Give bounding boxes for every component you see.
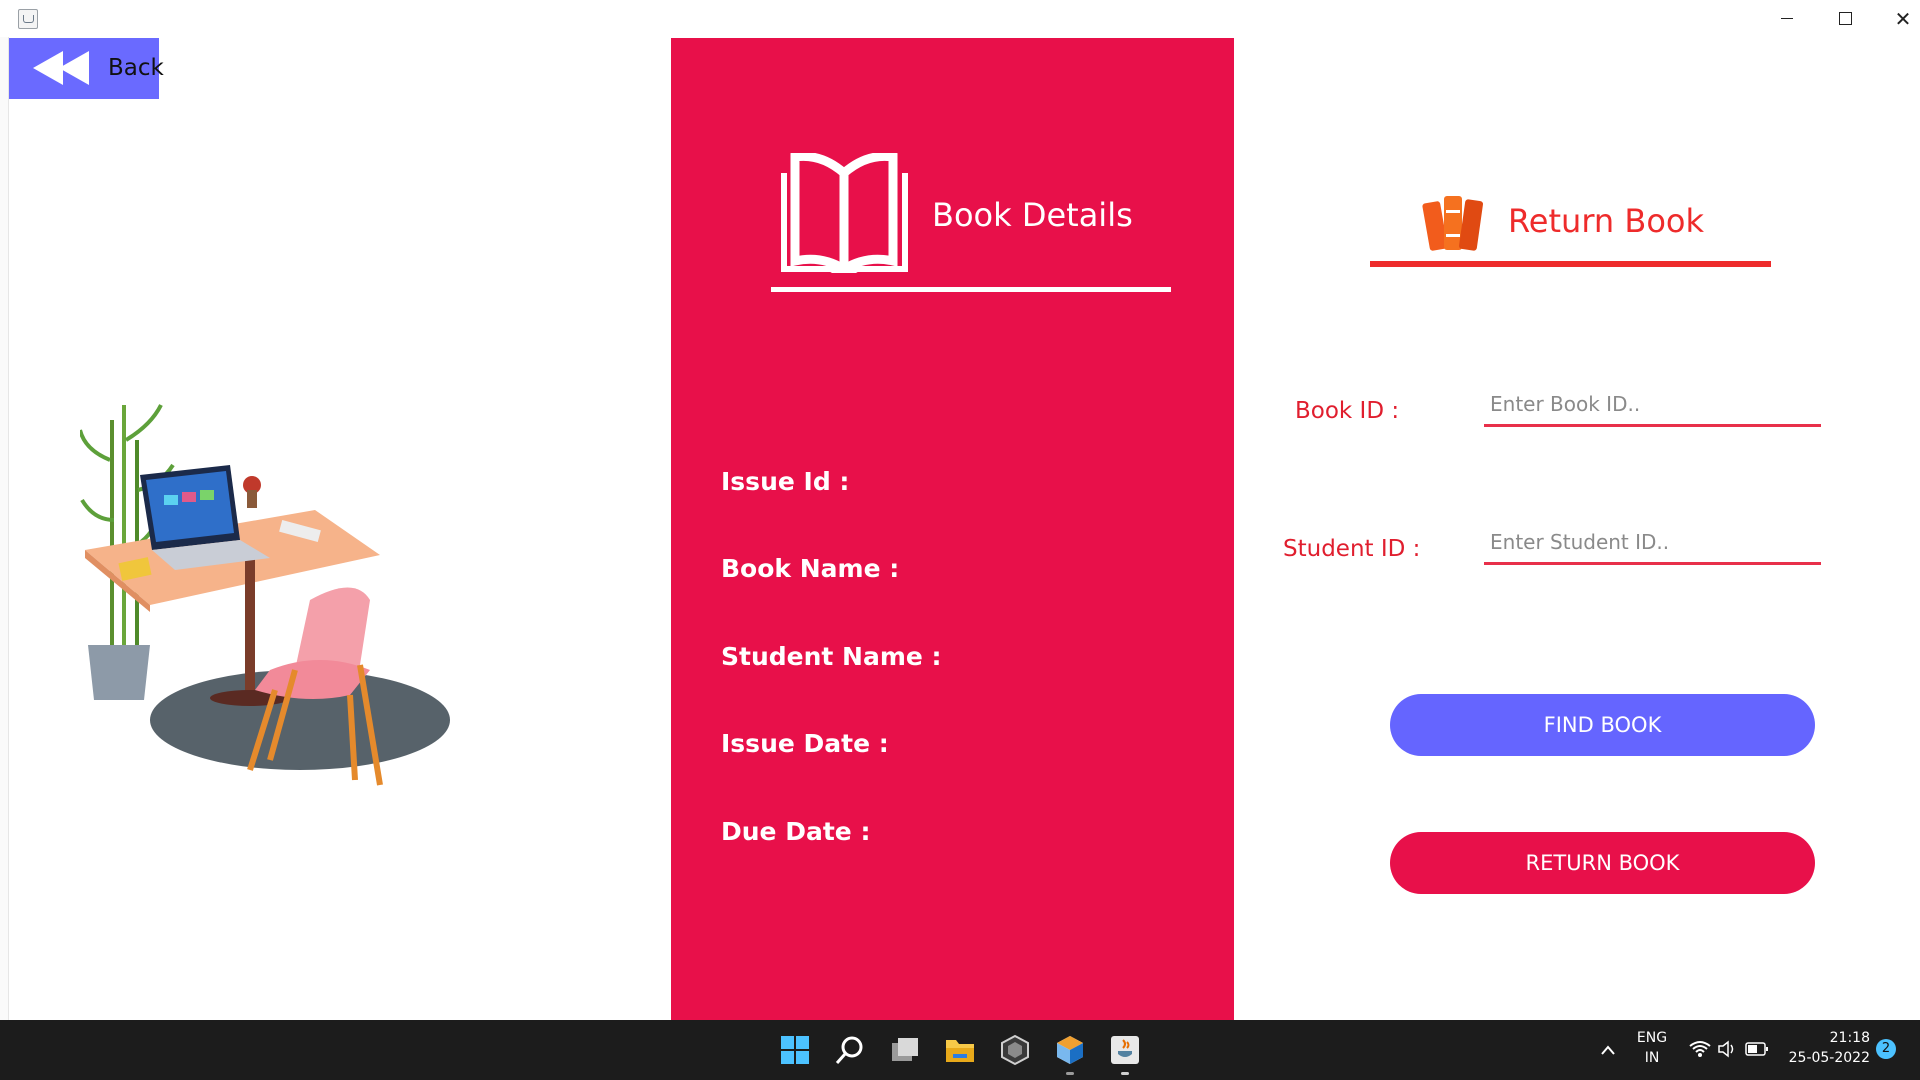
window-titlebar: ✕: [0, 0, 1920, 37]
netbeans-icon[interactable]: [1054, 1034, 1086, 1066]
book-id-input[interactable]: [1484, 384, 1821, 427]
file-explorer-icon[interactable]: [944, 1034, 976, 1066]
taskbar: ENG IN 21:18 25-05-2022 2: [0, 1020, 1920, 1080]
student-id-label: Student ID :: [1283, 536, 1421, 562]
book-details-title: Book Details: [932, 196, 1133, 234]
unity-icon[interactable]: [999, 1034, 1031, 1066]
maximize-icon: [1838, 12, 1852, 25]
issue-id-label: Issue Id :: [721, 467, 850, 496]
wifi-icon[interactable]: [1689, 1040, 1711, 1058]
student-name-label: Student Name :: [721, 642, 942, 671]
find-book-button[interactable]: FIND BOOK: [1390, 694, 1815, 756]
background-window-edge: [0, 37, 9, 1020]
region-indicator[interactable]: IN: [1634, 1050, 1670, 1066]
windows-start-icon[interactable]: [779, 1034, 811, 1066]
minimize-button[interactable]: [1758, 0, 1816, 37]
clock-date[interactable]: 25-05-2022: [1784, 1050, 1870, 1066]
maximize-button[interactable]: [1816, 0, 1874, 37]
books-icon: [1422, 196, 1484, 251]
rewind-icon: [33, 51, 89, 85]
return-book-button[interactable]: RETURN BOOK: [1390, 832, 1815, 894]
book-id-label: Book ID :: [1295, 398, 1400, 424]
minimize-icon: [1781, 18, 1793, 19]
open-book-icon: [781, 153, 908, 273]
return-book-underline: [1370, 261, 1771, 267]
close-icon: ✕: [1894, 6, 1912, 31]
task-view-icon[interactable]: [889, 1034, 921, 1066]
close-button[interactable]: ✕: [1874, 0, 1920, 37]
clock-time[interactable]: 21:18: [1820, 1030, 1870, 1046]
chevron-up-icon[interactable]: [1600, 1044, 1616, 1056]
active-indicator: [1121, 1072, 1129, 1075]
issue-date-label: Issue Date :: [721, 729, 889, 758]
due-date-label: Due Date :: [721, 817, 871, 846]
volume-icon[interactable]: [1717, 1040, 1737, 1058]
java-app-icon: [18, 9, 38, 29]
battery-icon[interactable]: [1745, 1041, 1769, 1057]
back-button[interactable]: Back: [9, 38, 164, 99]
student-id-input[interactable]: [1484, 522, 1821, 565]
return-book-title: Return Book: [1508, 202, 1704, 240]
notification-badge[interactable]: 2: [1876, 1039, 1896, 1059]
book-name-label: Book Name :: [721, 554, 900, 583]
running-indicator: [1066, 1072, 1074, 1075]
desk-illustration: [80, 404, 450, 786]
java-icon[interactable]: [1109, 1034, 1141, 1066]
book-details-panel: Book Details Issue Id : Book Name : Stud…: [671, 38, 1234, 1020]
title-underline: [771, 287, 1171, 292]
search-icon[interactable]: [834, 1034, 866, 1066]
language-indicator[interactable]: ENG: [1634, 1030, 1670, 1046]
back-label: Back: [108, 55, 164, 81]
